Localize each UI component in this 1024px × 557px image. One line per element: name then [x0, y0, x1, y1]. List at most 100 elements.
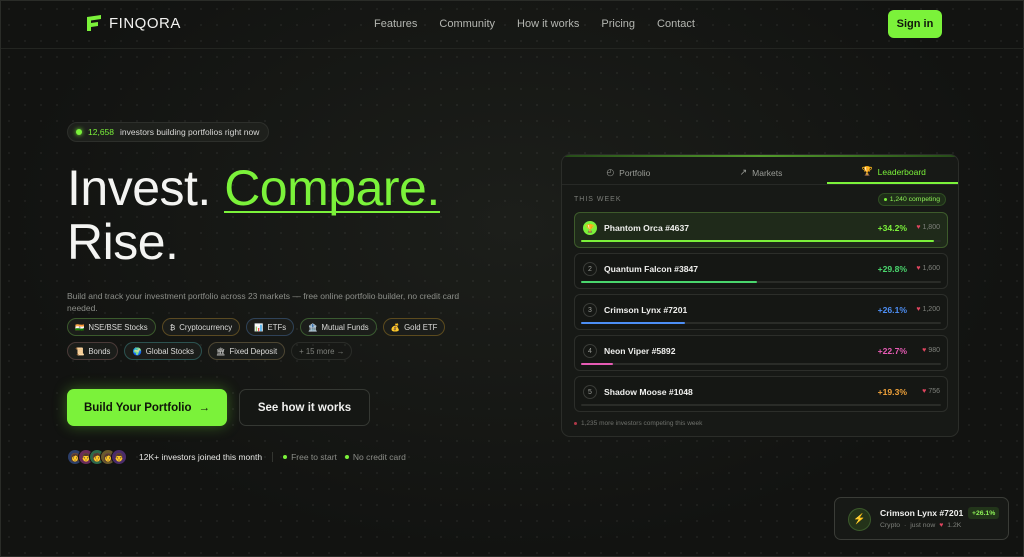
joined-this-month-text: 12K+ investors joined this month [139, 452, 263, 462]
toast-investor-name: Crimson Lynx #7201 [880, 508, 964, 518]
live-investor-text: investors building portfolios right now [120, 127, 260, 137]
nav-link-contact[interactable]: Contact [657, 18, 695, 30]
likes: ♥ 1,800 [916, 224, 940, 231]
heart-icon: ♥ [916, 224, 921, 231]
tab-leaderboard[interactable]: 🏆 Leaderboard [827, 161, 958, 184]
finqora-logo-icon [87, 15, 101, 31]
brand-name: FINQORA [109, 14, 181, 32]
bitcoin-icon: ₿ [169, 322, 176, 332]
nav-link-features[interactable]: Features [374, 18, 417, 30]
chip-label: Mutual Funds [321, 322, 369, 332]
headline-compare: Compare. [224, 160, 440, 216]
chip-more-markets[interactable]: + 15 more → [291, 342, 353, 360]
heart-icon: ♥ [916, 265, 921, 272]
rank-number: 2 [583, 262, 597, 276]
chip-label: Fixed Deposit [229, 346, 278, 356]
tab-portfolio[interactable]: ◴ Portfolio [562, 161, 695, 184]
chip-mutual-funds[interactable]: 🏦 Mutual Funds [300, 318, 377, 336]
chip-nse-bse-stocks[interactable]: 🇮🇳 NSE/BSE Stocks [67, 318, 156, 336]
toast-category: Crypto [880, 522, 901, 529]
heart-icon: ♥ [939, 522, 944, 529]
return-percent: +19.3% [877, 387, 907, 397]
player-name: Crimson Lynx #7201 [604, 305, 688, 315]
nav-link-pricing[interactable]: Pricing [601, 18, 635, 30]
chip-fixed-deposit[interactable]: 🏛 Fixed Deposit [207, 342, 286, 360]
return-percent: +26.1% [877, 305, 907, 315]
progress-track [581, 322, 941, 324]
leaderboard-card: ◴ Portfolio ↗ Markets 🏆 Leaderboard THIS WE… [561, 154, 959, 437]
player-name: Shadow Moose #1048 [604, 387, 693, 397]
headline-invest: Invest. [67, 160, 211, 216]
more-investors-text: 1,235 more investors competing this week [581, 420, 703, 427]
nav-link-how-it-works[interactable]: How it works [517, 18, 579, 30]
green-dot-icon [344, 455, 349, 459]
leaderboard-row[interactable]: 🏆 Phantom Orca #4637 +34.2% ♥ 1,800 [574, 212, 948, 248]
likes: ♥ 980 [922, 347, 940, 354]
sign-in-button[interactable]: Sign in [888, 10, 942, 38]
scroll-icon: 📜 [75, 346, 85, 356]
chip-bonds[interactable]: 📜 Bonds [67, 342, 119, 360]
leaderboard-row[interactable]: 2 Quantum Falcon #3847 +29.8% ♥ 1,600 [574, 253, 948, 289]
app-frame: FINQORA Features Community How it works … [0, 0, 1024, 557]
rank-trophy-icon: 🏆 [583, 221, 597, 235]
leaderboard-row[interactable]: 4 Neon Viper #5892 +22.7% ♥ 980 [574, 335, 948, 371]
progress-fill [581, 281, 758, 283]
classical-building-icon: 🏛 [215, 346, 226, 356]
leaderboard-row[interactable]: 5 Shadow Moose #1048 +19.3% ♥ 756 [574, 376, 948, 412]
return-percent: +29.8% [877, 264, 907, 274]
red-dot-icon [574, 422, 577, 425]
chip-cryptocurrency[interactable]: ₿ Cryptocurrency [161, 318, 241, 336]
chip-global-stocks[interactable]: 🌍 Global Stocks [124, 342, 202, 360]
bank-icon: 🏦 [308, 322, 318, 332]
tab-markets[interactable]: ↗ Markets [695, 161, 828, 184]
see-how-it-works-button[interactable]: See how it works [239, 389, 370, 426]
lightning-icon: ⚡ [848, 508, 871, 531]
nav-links: Features Community How it works Pricing … [374, 18, 695, 30]
progress-fill [581, 240, 934, 242]
likes: ♥ 1,600 [916, 265, 940, 272]
nav-link-community[interactable]: Community [439, 18, 495, 30]
chip-label: Bonds [88, 346, 111, 356]
likes-count: 980 [928, 347, 940, 354]
toast-return-badge: +26.1% [968, 507, 1000, 519]
arrow-right-icon: → [198, 401, 211, 414]
chip-etfs[interactable]: 📊 ETFs [246, 318, 295, 336]
india-flag-icon: 🇮🇳 [75, 322, 85, 332]
activity-toast[interactable]: ⚡ Crimson Lynx #7201 +26.1% Crypto · jus… [834, 497, 1009, 540]
player-name: Neon Viper #5892 [604, 346, 676, 356]
build-portfolio-label: Build Your Portfolio [83, 401, 192, 414]
social-proof: 👩 👨 🧑 👩 👨 12K+ investors joined this mon… [67, 449, 406, 465]
toast-time: just now [910, 522, 936, 529]
build-portfolio-button[interactable]: Build Your Portfolio → [67, 389, 227, 426]
chip-label: Cryptocurrency [179, 322, 233, 332]
green-dot-icon [283, 455, 288, 459]
card-tabs: ◴ Portfolio ↗ Markets 🏆 Leaderboard [562, 161, 958, 185]
bullet: · [904, 522, 907, 529]
chip-gold-etf[interactable]: 💰 Gold ETF [382, 318, 446, 336]
progress-track [581, 363, 941, 365]
live-dot-icon [76, 129, 82, 135]
trend-up-icon: ↗ [739, 167, 748, 177]
green-dot-icon [883, 198, 887, 201]
tab-label: Markets [752, 167, 783, 178]
heart-icon: ♥ [922, 388, 927, 395]
hero-headline: Invest. Compare. Rise. [67, 161, 440, 269]
asset-chips: 🇮🇳 NSE/BSE Stocks ₿ Cryptocurrency 📊 ETFs 🏦… [67, 318, 457, 360]
leaderboard-row[interactable]: 3 Crimson Lynx #7201 +26.1% ♥ 1,200 [574, 294, 948, 330]
progress-fill [581, 363, 614, 365]
tab-label: Leaderboard [877, 166, 926, 177]
top-nav: FINQORA Features Community How it works … [1, 1, 1024, 49]
progress-track [581, 404, 941, 406]
player-name: Quantum Falcon #3847 [604, 264, 699, 274]
chip-label: ETFs [267, 322, 287, 332]
likes-count: 756 [928, 388, 940, 395]
trophy-icon: 🏆 [861, 166, 873, 176]
more-investors-note: 1,235 more investors competing this week [574, 420, 702, 427]
likes-count: 1,800 [922, 224, 940, 231]
live-investors-pill: 12,658 investors building portfolios rig… [67, 122, 270, 142]
brand-logo[interactable]: FINQORA [85, 14, 181, 32]
pie-chart-icon: ◴ [606, 167, 615, 177]
progress-fill [581, 322, 686, 324]
leaderboard-list: 🏆 Phantom Orca #4637 +34.2% ♥ 1,800 2 Qua… [574, 212, 948, 417]
toast-likes: 1.2K [947, 522, 962, 529]
